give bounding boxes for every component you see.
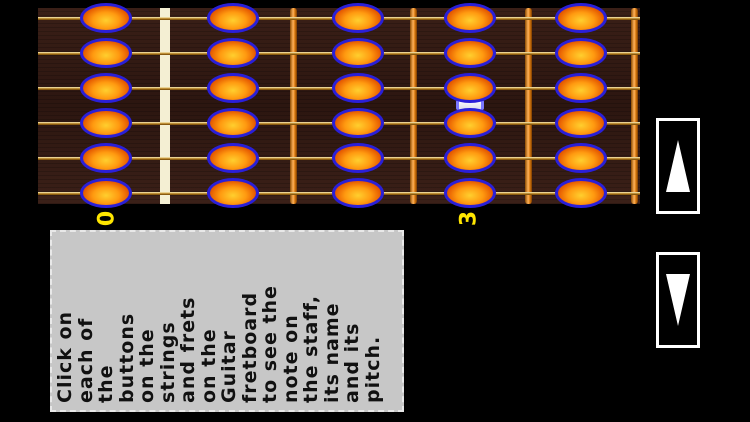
- note-button[interactable]: [555, 108, 607, 138]
- note-button[interactable]: [444, 38, 496, 68]
- instructions-panel: Click on each of the buttons on the stri…: [50, 230, 404, 412]
- note-button[interactable]: [555, 73, 607, 103]
- fretboard-nut: [160, 8, 170, 204]
- note-button[interactable]: [332, 38, 384, 68]
- fret-wire: [631, 8, 638, 204]
- note-button[interactable]: [207, 73, 259, 103]
- instructions-text: Click on each of the buttons on the stri…: [54, 285, 384, 403]
- note-button[interactable]: [444, 73, 496, 103]
- note-button[interactable]: [444, 3, 496, 33]
- note-button[interactable]: [80, 38, 132, 68]
- note-button[interactable]: [207, 178, 259, 208]
- arrow-down-icon: [666, 274, 690, 326]
- note-button[interactable]: [444, 143, 496, 173]
- note-button[interactable]: [332, 178, 384, 208]
- scroll-up-button[interactable]: [656, 118, 700, 214]
- guitar-fretboard: [38, 3, 640, 208]
- note-button[interactable]: [207, 38, 259, 68]
- fret-wire: [410, 8, 417, 204]
- fret-wire: [290, 8, 297, 204]
- note-button[interactable]: [80, 73, 132, 103]
- note-button[interactable]: [80, 178, 132, 208]
- note-button[interactable]: [332, 73, 384, 103]
- note-button[interactable]: [80, 108, 132, 138]
- note-button[interactable]: [444, 108, 496, 138]
- note-button[interactable]: [332, 3, 384, 33]
- note-button[interactable]: [207, 3, 259, 33]
- note-button[interactable]: [332, 143, 384, 173]
- note-button[interactable]: [444, 178, 496, 208]
- note-button[interactable]: [80, 3, 132, 33]
- note-button[interactable]: [207, 143, 259, 173]
- fret-number-label: 3: [456, 210, 482, 227]
- fret-number-label: 0: [94, 210, 120, 227]
- note-button[interactable]: [207, 108, 259, 138]
- note-button[interactable]: [555, 3, 607, 33]
- note-button[interactable]: [555, 38, 607, 68]
- fret-wire: [525, 8, 532, 204]
- note-button[interactable]: [332, 108, 384, 138]
- scroll-down-button[interactable]: [656, 252, 700, 348]
- note-button[interactable]: [555, 178, 607, 208]
- note-button[interactable]: [80, 143, 132, 173]
- arrow-up-icon: [666, 140, 690, 192]
- note-button[interactable]: [555, 143, 607, 173]
